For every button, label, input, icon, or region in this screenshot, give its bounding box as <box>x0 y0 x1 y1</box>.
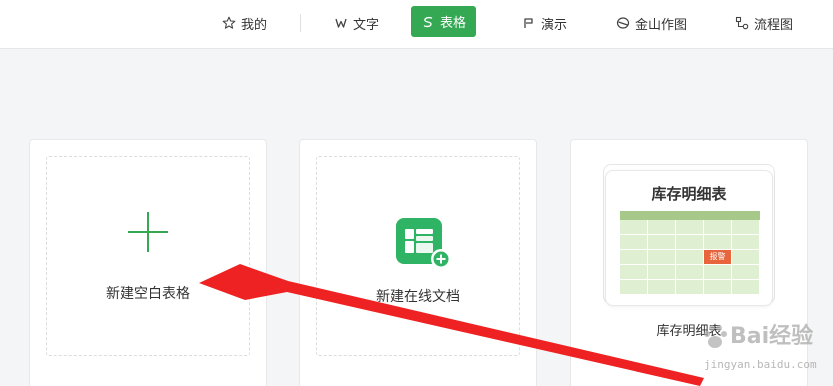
nav-tab-label: 金山作图 <box>635 17 688 33</box>
nav-tab-label: 流程图 <box>754 17 794 33</box>
template-preview-table: 报警 <box>620 211 760 295</box>
new-online-document-card[interactable]: 新建在线文档 <box>299 139 537 386</box>
alarm-badge: 报警 <box>704 250 731 264</box>
flowchart-icon <box>735 16 749 30</box>
sheet-icon <box>421 15 435 29</box>
nav-tab-sheet[interactable]: 表格 <box>411 6 477 37</box>
plus-icon <box>128 212 168 252</box>
watermark-main-text: Bai经验 <box>730 324 814 349</box>
new-blank-sheet-label: 新建空白表格 <box>106 286 190 302</box>
nav-tab-kingsoft-draw[interactable]: 金山作图 <box>616 8 687 38</box>
table-row <box>620 265 760 280</box>
presentation-icon <box>522 16 536 30</box>
kingsoft-draw-icon <box>616 16 630 30</box>
star-icon <box>222 16 236 30</box>
template-preview: 库存明细表 报警 <box>605 170 773 306</box>
new-online-document-label: 新建在线文档 <box>376 289 460 305</box>
table-row: 报警 <box>620 250 760 265</box>
nav-tab-label: 我的 <box>241 17 268 33</box>
nav-tab-word[interactable]: 文字 <box>334 8 379 38</box>
nav-tab-label: 表格 <box>440 16 467 31</box>
top-navigation: 我的 文字 表格 演示 金山作图 流程图 <box>0 0 833 49</box>
new-blank-sheet-card[interactable]: 新建空白表格 <box>29 139 267 386</box>
watermark-url: jingyan.baidu.com <box>704 358 817 371</box>
nav-tab-presentation[interactable]: 演示 <box>522 8 567 38</box>
word-icon <box>334 16 348 30</box>
nav-tab-label: 演示 <box>541 17 568 33</box>
nav-tab-label: 文字 <box>353 17 380 33</box>
nav-divider <box>300 14 301 32</box>
table-row <box>620 280 760 295</box>
nav-tab-flowchart[interactable]: 流程图 <box>735 8 793 38</box>
online-sheet-add-icon <box>396 218 452 270</box>
template-preview-title: 库存明细表 <box>651 185 727 203</box>
card-dashed-frame <box>46 156 250 356</box>
nav-tab-mine[interactable]: 我的 <box>222 8 267 38</box>
table-row <box>620 220 760 235</box>
table-row <box>620 235 760 250</box>
paw-logo-icon <box>700 322 730 356</box>
table-header-row <box>620 211 760 220</box>
baidu-jingyan-watermark: Bai经验 jingyan.baidu.com <box>690 318 830 382</box>
